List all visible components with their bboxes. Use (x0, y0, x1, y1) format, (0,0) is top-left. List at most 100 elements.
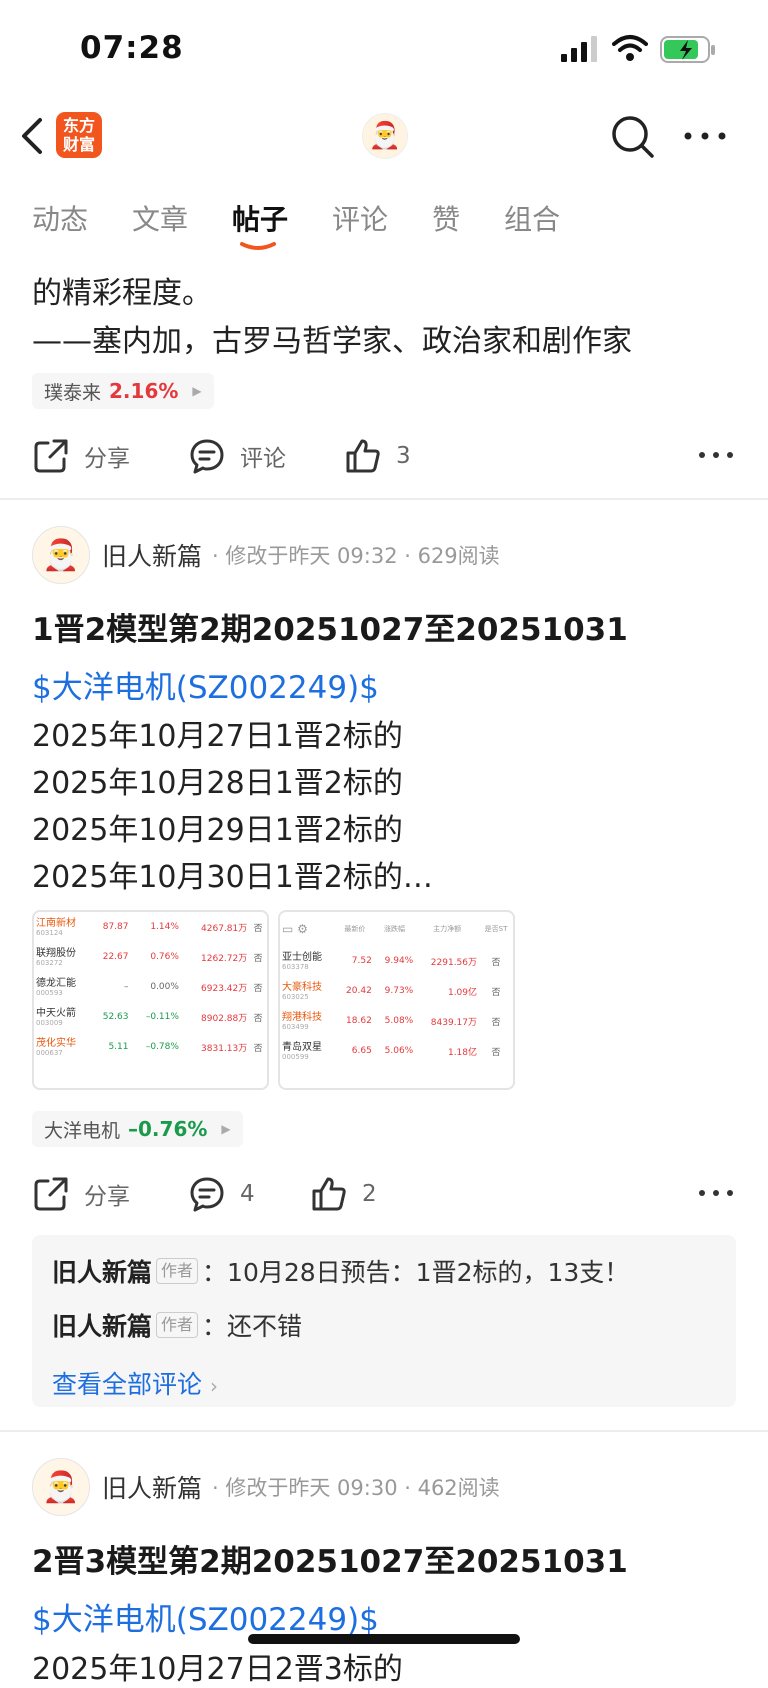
stock-change: –0.78% (145, 1042, 179, 1052)
share-label: 分享 (84, 1184, 130, 1210)
post-image-thumbnail[interactable]: ▭ ⚙ 最新价 涨跌幅 主力净额 是否ST 亚士创能 603378 7.52 9.94… (278, 910, 515, 1090)
stock-code: 603025 (282, 992, 309, 1001)
stock-change: 5.06% (384, 1046, 414, 1056)
author-name[interactable]: 旧人新篇 (102, 537, 202, 573)
brand-logo[interactable]: 东方财富 (56, 112, 102, 158)
comment-preview-box: 旧人新篇 作者 ： 10月28日预告：1晋2标的，13支！ 旧人新篇 作者 ： … (32, 1235, 736, 1407)
tab-dynamic[interactable]: 动态 (32, 198, 88, 238)
comment-button[interactable]: 评论 (188, 437, 344, 475)
main-net-flow: 8439.17万 (430, 1017, 478, 1028)
stock-name: 大豪科技 (282, 981, 322, 993)
post-actions: 分享 评论 3 (32, 434, 736, 478)
stock-price: 7.52 (351, 956, 372, 966)
like-button[interactable]: 3 (344, 437, 411, 475)
more-icon[interactable] (680, 118, 730, 154)
is-st: 否 (253, 1013, 263, 1024)
table-tool-icons: ▭ ⚙ (282, 922, 308, 936)
stock-price: 22.67 (102, 952, 129, 962)
author-badge: 作者 (156, 1258, 199, 1284)
stock-code: 603124 (36, 928, 63, 937)
back-icon[interactable] (16, 116, 52, 156)
stock-change: 5.08% (384, 1016, 414, 1026)
comment-item[interactable]: 旧人新篇 作者 ： 还不错 (52, 1307, 302, 1343)
tab-comments[interactable]: 评论 (332, 198, 388, 238)
stock-code: 000599 (282, 1052, 309, 1061)
column-header: 涨跌幅 (384, 925, 406, 933)
like-button[interactable]: 2 (310, 1175, 377, 1213)
stock-price: 6.65 (351, 1046, 372, 1056)
column-header: 是否ST (484, 925, 508, 933)
share-button[interactable]: 分享 (32, 1175, 188, 1213)
comment-count: 4 (240, 1181, 255, 1207)
author-avatar[interactable]: 🎅 (32, 1458, 90, 1516)
search-icon[interactable] (610, 114, 656, 160)
stock-name: 联翔股份 (36, 947, 76, 959)
chevron-right-icon: ▶ (192, 384, 202, 398)
post-author-row: 🎅 旧人新篇 · 修改于昨天 09:32 · 629阅读 (32, 526, 500, 584)
stock-link[interactable]: $大洋电机(SZ002249)$ (32, 1594, 379, 1639)
user-avatar[interactable]: 🎅 (362, 113, 408, 159)
table-row: 青岛双星 000599 6.65 5.06% 1.18亿 否 (280, 1036, 513, 1066)
post-author-row: 🎅 旧人新篇 · 修改于昨天 09:30 · 462阅读 (32, 1458, 500, 1516)
thumbs-up-icon (312, 1177, 346, 1211)
main-net-flow: 8902.88万 (201, 1013, 248, 1024)
stock-table-image: ▭ ⚙ 最新价 涨跌幅 主力净额 是否ST 亚士创能 603378 7.52 9.94… (280, 912, 513, 1066)
stock-link[interactable]: $大洋电机(SZ002249)$ (32, 662, 379, 707)
more-icon[interactable] (696, 440, 736, 470)
stock-change: 1.14% (150, 922, 179, 932)
table-row: 联翔股份 603272 22.67 0.76% 1262.72万否 (34, 942, 267, 972)
stock-name: 德龙汇能 (36, 977, 76, 989)
main-net-flow: 4267.81万 (201, 923, 248, 934)
comment-item[interactable]: 旧人新篇 作者 ： 10月28日预告：1晋2标的，13支！ (52, 1253, 629, 1289)
main-net-flow: 6923.42万 (201, 983, 248, 994)
like-count: 2 (362, 1181, 377, 1207)
post-text-line: 2025年10月30日1晋2标的… (32, 860, 433, 895)
share-icon (34, 1177, 68, 1211)
post-image-thumbnail[interactable]: 江南新材 603124 87.87 1.14% 4267.81万否联翔股份 603272 2… (32, 910, 269, 1090)
chevron-right-icon: ▶ (221, 1122, 231, 1136)
is-st: 否 (491, 957, 501, 968)
stock-name: 青岛双星 (282, 1041, 322, 1053)
post-actions: 分享 4 2 (32, 1172, 736, 1216)
post-text-line: 2025年10月27日2晋3标的 (32, 1652, 403, 1687)
view-all-comments-link[interactable]: 查看全部评论 › (52, 1365, 218, 1401)
comment-author[interactable]: 旧人新篇 (52, 1307, 152, 1343)
table-row: 大豪科技 603025 20.42 9.73% 1.09亿 否 (280, 976, 513, 1006)
stock-price: – (123, 982, 129, 992)
divider (0, 1430, 768, 1432)
main-net-flow: 2291.56万 (430, 957, 478, 968)
tab-articles[interactable]: 文章 (132, 198, 188, 238)
battery-icon (660, 36, 715, 63)
table-row: 德龙汇能 000593 – 0.00% 6923.42万否 (34, 972, 267, 1002)
post-text-line: 的精彩程度。 (32, 276, 212, 311)
stock-change: –0.11% (145, 1012, 179, 1022)
author-name[interactable]: 旧人新篇 (102, 1469, 202, 1505)
stock-name: 茂化实华 (36, 1037, 76, 1049)
stock-tag[interactable]: 大洋电机 –0.76% ▶ (32, 1111, 243, 1147)
comment-button[interactable]: 4 (188, 1175, 310, 1213)
stock-code: 603499 (282, 1022, 309, 1031)
share-icon (34, 439, 68, 473)
stock-code: 603272 (36, 958, 63, 967)
stock-name: 中天火箭 (36, 1007, 76, 1019)
post-title[interactable]: 1晋2模型第2期20251027至20251031 (32, 604, 628, 649)
post-title[interactable]: 2晋3模型第2期20251027至20251031 (32, 1536, 628, 1581)
stock-tag-change: –0.76% (128, 1117, 208, 1141)
is-st: 否 (253, 983, 263, 994)
comment-text: 还不错 (227, 1312, 303, 1341)
share-button[interactable]: 分享 (32, 437, 188, 475)
comment-author[interactable]: 旧人新篇 (52, 1253, 152, 1289)
tab-portfolio[interactable]: 组合 (504, 198, 560, 238)
divider (0, 498, 768, 500)
stock-name: 亚士创能 (282, 951, 322, 963)
tab-posts[interactable]: 帖子 (232, 198, 288, 238)
signal-icon (561, 36, 597, 62)
is-st: 否 (491, 987, 501, 998)
tab-likes[interactable]: 赞 (432, 198, 460, 238)
author-avatar[interactable]: 🎅 (32, 526, 90, 584)
status-time: 07:28 (80, 30, 184, 66)
stock-tag[interactable]: 璞泰来 2.16% ▶ (32, 373, 214, 409)
stock-tag-name: 大洋电机 (44, 1119, 121, 1142)
more-icon[interactable] (696, 1178, 736, 1208)
is-st: 否 (491, 1047, 501, 1058)
